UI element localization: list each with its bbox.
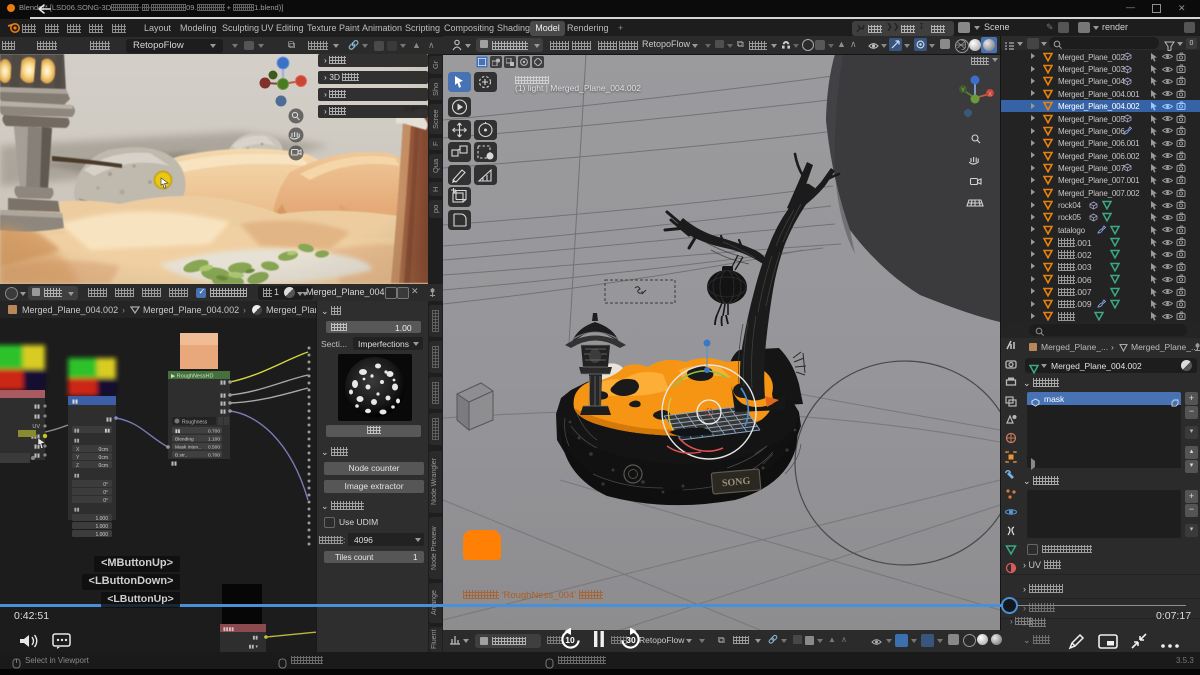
svg-text:▮▮: ▮▮ <box>252 635 258 641</box>
svg-text:▮▮: ▮▮ <box>74 473 80 479</box>
svg-text:▮▮: ▮▮ <box>104 428 110 434</box>
svg-text:B.str..: B.str.. <box>175 453 187 459</box>
svg-text:▮▮: ▮▮ <box>74 438 80 444</box>
svg-text:▮▮ ▾: ▮▮ ▾ <box>249 644 259 650</box>
svg-text:▮▮▮▮: ▮▮▮▮ <box>223 627 234 633</box>
svg-text:1.000: 1.000 <box>95 516 108 522</box>
svg-text:0.500: 0.500 <box>208 445 220 451</box>
svg-text:Y: Y <box>961 88 965 94</box>
svg-text:▮▮: ▮▮ <box>34 414 40 420</box>
svg-text:1.100: 1.100 <box>208 437 220 443</box>
svg-text:▮▮: ▮▮ <box>220 401 226 407</box>
svg-text:▶ RoughNessHD: ▶ RoughNessHD <box>171 374 213 380</box>
svg-text:▮▮: ▮▮ <box>74 428 80 434</box>
svg-text:▮▮: ▮▮ <box>34 404 40 410</box>
svg-text:▮▮: ▮▮ <box>171 461 177 467</box>
svg-text:▮▮: ▮▮ <box>220 380 226 386</box>
svg-text:▮▮: ▮▮ <box>72 399 78 405</box>
svg-text:▮▮: ▮▮ <box>106 417 112 423</box>
svg-text:0cm: 0cm <box>99 463 108 469</box>
svg-text:▮▮: ▮▮ <box>175 429 181 435</box>
svg-text:0cm: 0cm <box>99 455 108 461</box>
svg-text:1.000: 1.000 <box>95 524 108 530</box>
svg-text:Mask inten..: Mask inten.. <box>175 445 201 451</box>
svg-text:▮▮: ▮▮ <box>34 444 40 450</box>
svg-text:1.000: 1.000 <box>95 532 108 538</box>
svg-text:▮▮: ▮▮ <box>74 507 80 513</box>
svg-text:0cm: 0cm <box>99 447 108 453</box>
svg-text:▮▮: ▮▮ <box>220 409 226 415</box>
svg-text:0.700: 0.700 <box>208 429 220 435</box>
svg-text:0°: 0° <box>103 498 108 504</box>
svg-text:0.700: 0.700 <box>208 453 220 459</box>
svg-text:Roughness: Roughness <box>182 420 208 426</box>
svg-text:UV: UV <box>32 424 40 430</box>
svg-text:0°: 0° <box>103 482 108 488</box>
svg-text:X: X <box>988 92 992 98</box>
svg-text:0°: 0° <box>103 490 108 496</box>
svg-text:Z: Z <box>76 463 79 469</box>
svg-text:Blending: Blending <box>175 437 194 443</box>
svg-text:▮▮: ▮▮ <box>220 393 226 399</box>
